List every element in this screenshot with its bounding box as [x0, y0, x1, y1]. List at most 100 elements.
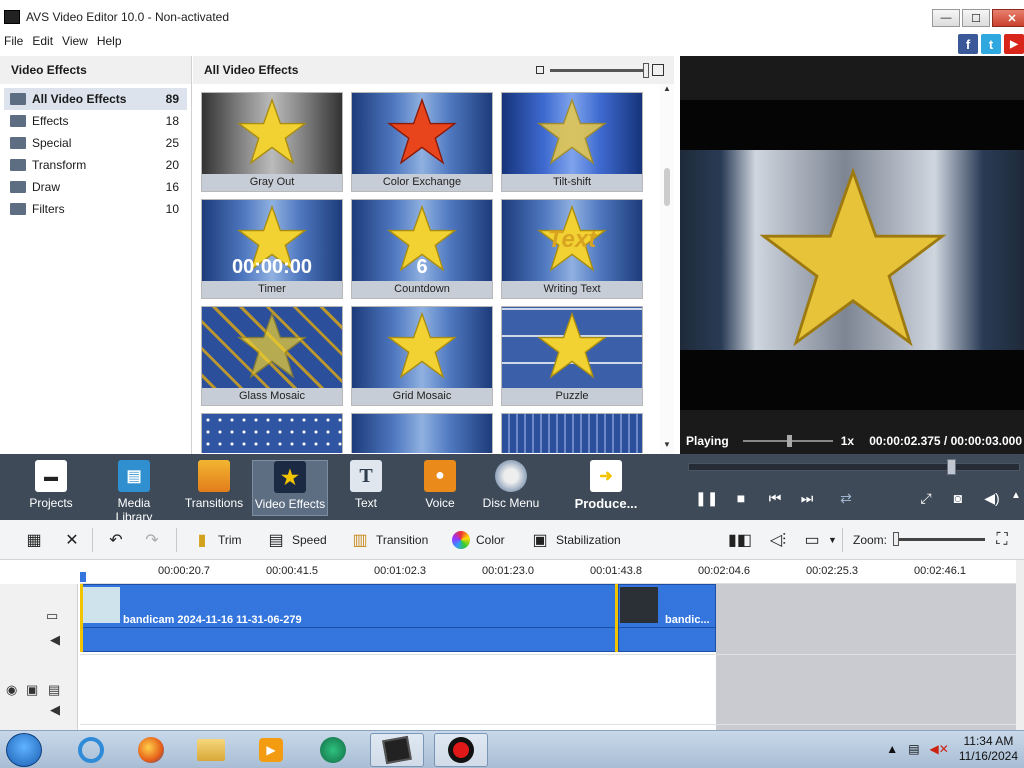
slider-thumb[interactable] [643, 62, 649, 78]
volume-slider[interactable] [742, 435, 833, 447]
fullscreen-icon[interactable]: ⤢ [916, 490, 936, 507]
gallery-scrollbar[interactable]: ▲ ▼ [660, 84, 674, 454]
zoom-fit-button[interactable]: ⛶ [992, 520, 1012, 560]
category-filters[interactable]: Filters 10 [4, 198, 187, 220]
volume-icon[interactable]: ◀) [982, 490, 1002, 507]
firefox-icon[interactable] [124, 733, 178, 767]
category-all-video-effects[interactable]: All Video Effects 89 [4, 88, 187, 110]
scroll-thumb[interactable] [664, 168, 670, 206]
microphone-icon: ● [424, 460, 456, 492]
loop-icon[interactable]: ⇄ [836, 490, 856, 507]
monitor-icon: ▭ [804, 532, 820, 549]
category-special[interactable]: Special 25 [4, 132, 187, 154]
zoom-slider-thumb[interactable] [893, 532, 899, 546]
zoom-slider[interactable] [893, 532, 985, 546]
projects-button[interactable]: ▬ Projects [24, 460, 78, 516]
aspect-dropdown[interactable]: ▭ ▼ [802, 520, 836, 560]
pause-icon[interactable]: ❚❚ [695, 490, 718, 507]
transition-button[interactable]: ▥ Transition [350, 520, 428, 560]
preview-seekbar[interactable] [688, 459, 1020, 475]
menu-file[interactable]: File [4, 34, 23, 52]
trim-button[interactable]: ▮ Trim [192, 520, 242, 560]
video-clip[interactable]: bandicam 2024-11-16 11-31-06-279 [80, 584, 618, 652]
close-button[interactable]: ✕ [992, 9, 1024, 27]
category-draw[interactable]: Draw 16 [4, 176, 187, 198]
media-player-icon[interactable]: ▶ [244, 733, 298, 767]
effect-tile-maze[interactable] [501, 413, 643, 453]
voice-button[interactable]: ● Voice [418, 460, 462, 516]
color-button[interactable]: Color [452, 520, 505, 560]
visibility-icon[interactable]: ◉ [6, 682, 17, 698]
avs-video-editor-taskbar-icon[interactable] [370, 733, 424, 767]
timeline-scrollbar[interactable] [1016, 560, 1024, 730]
menu-help[interactable]: Help [97, 34, 122, 52]
category-effects[interactable]: Effects 18 [4, 110, 187, 132]
menu-view[interactable]: View [62, 34, 88, 52]
start-button[interactable] [6, 733, 42, 767]
lock-icon[interactable]: ▣ [26, 682, 38, 698]
previous-frame-icon[interactable]: ⏮ [765, 490, 785, 507]
text-button[interactable]: T Text [344, 460, 388, 516]
timeline-ruler[interactable]: 00:00:20.7 00:00:41.5 00:01:02.3 00:01:2… [80, 560, 1016, 584]
effect-tile-glass-mosaic[interactable]: Glass Mosaic [201, 306, 343, 406]
effect-tile-countdown[interactable]: 6 Countdown [351, 199, 493, 299]
split-button[interactable]: ▮◧ [728, 520, 752, 560]
effect-tile-writing-text[interactable]: Text Writing Text [501, 199, 643, 299]
speed-button[interactable]: ▤ Speed [266, 520, 326, 560]
app-icon-green[interactable] [306, 733, 360, 767]
scroll-down-icon[interactable]: ▼ [660, 440, 674, 454]
internet-explorer-icon[interactable] [64, 733, 118, 767]
bandicam-taskbar-icon[interactable] [434, 733, 488, 767]
volume-muted-icon[interactable]: ◀✕ [930, 742, 949, 756]
show-hidden-icons-icon[interactable]: ▲ [886, 742, 898, 756]
menu-edit[interactable]: Edit [32, 34, 53, 52]
effect-tile-grid-mosaic[interactable]: Grid Mosaic [351, 306, 493, 406]
minimize-button[interactable]: — [932, 9, 960, 27]
clock[interactable]: 11:34 AM 11/16/2024 [959, 734, 1018, 764]
star-icon [387, 311, 457, 379]
star-icon [237, 311, 307, 379]
produce-button[interactable]: ➜ Produce... [570, 460, 642, 516]
seekbar-knob[interactable] [947, 459, 956, 475]
tile-label: Puzzle [502, 388, 642, 405]
effect-tile-puzzle[interactable]: Puzzle [501, 306, 643, 406]
audio-mixer-button[interactable]: ◁⫶ [768, 520, 788, 560]
playhead-marker[interactable] [80, 572, 86, 582]
undo-button[interactable]: ↶ [106, 520, 126, 560]
maximize-button[interactable]: ☐ [962, 9, 990, 27]
youtube-icon[interactable]: ▶ [1004, 34, 1024, 54]
effect-tile-leaves[interactable] [351, 413, 493, 453]
playback-speed[interactable]: 1x [841, 434, 854, 448]
video-clip[interactable]: bandic... [618, 584, 716, 652]
effect-tile-snow[interactable] [201, 413, 343, 453]
disc-menu-button[interactable]: Disc Menu [482, 460, 540, 516]
next-frame-icon[interactable]: ⏭ [797, 490, 817, 507]
effect-tile-gray-out[interactable]: Gray Out [201, 92, 343, 192]
snapshot-icon[interactable]: ◙ [948, 490, 968, 506]
video-effects-button[interactable]: ★ Video Effects [252, 460, 328, 516]
camera-icon: ▣ [532, 532, 548, 549]
thumbnail-size-slider[interactable] [536, 62, 664, 78]
scroll-up-icon[interactable]: ▲ [660, 84, 674, 98]
category-transform[interactable]: Transform 20 [4, 154, 187, 176]
effect-tile-timer[interactable]: 00:00:00 Timer [201, 199, 343, 299]
preview-video[interactable] [680, 100, 1024, 410]
star-icon [237, 97, 307, 165]
stabilization-button[interactable]: ▣ Stabilization [530, 520, 620, 560]
delete-button[interactable]: ✕ [62, 520, 82, 560]
facebook-icon[interactable]: f [958, 34, 978, 54]
effect-tile-color-exchange[interactable]: Color Exchange [351, 92, 493, 192]
effect-tile-tilt-shift[interactable]: Tilt-shift [501, 92, 643, 192]
redo-button[interactable]: ↷ [142, 520, 162, 560]
tile-label: Color Exchange [352, 174, 492, 191]
stop-icon[interactable]: ■ [731, 490, 751, 506]
network-icon[interactable]: ▤ [908, 742, 919, 756]
media-library-button[interactable]: ▤ Media Library [98, 460, 170, 524]
file-explorer-icon[interactable] [184, 733, 238, 767]
more-icon[interactable]: ▲ [1006, 490, 1024, 501]
tile-label: Grid Mosaic [352, 388, 492, 405]
storyboard-toggle[interactable]: ▦ [24, 520, 44, 560]
twitter-icon[interactable]: t [981, 34, 1001, 54]
transitions-button[interactable]: Transitions [184, 460, 244, 516]
folder-icon [10, 159, 26, 171]
